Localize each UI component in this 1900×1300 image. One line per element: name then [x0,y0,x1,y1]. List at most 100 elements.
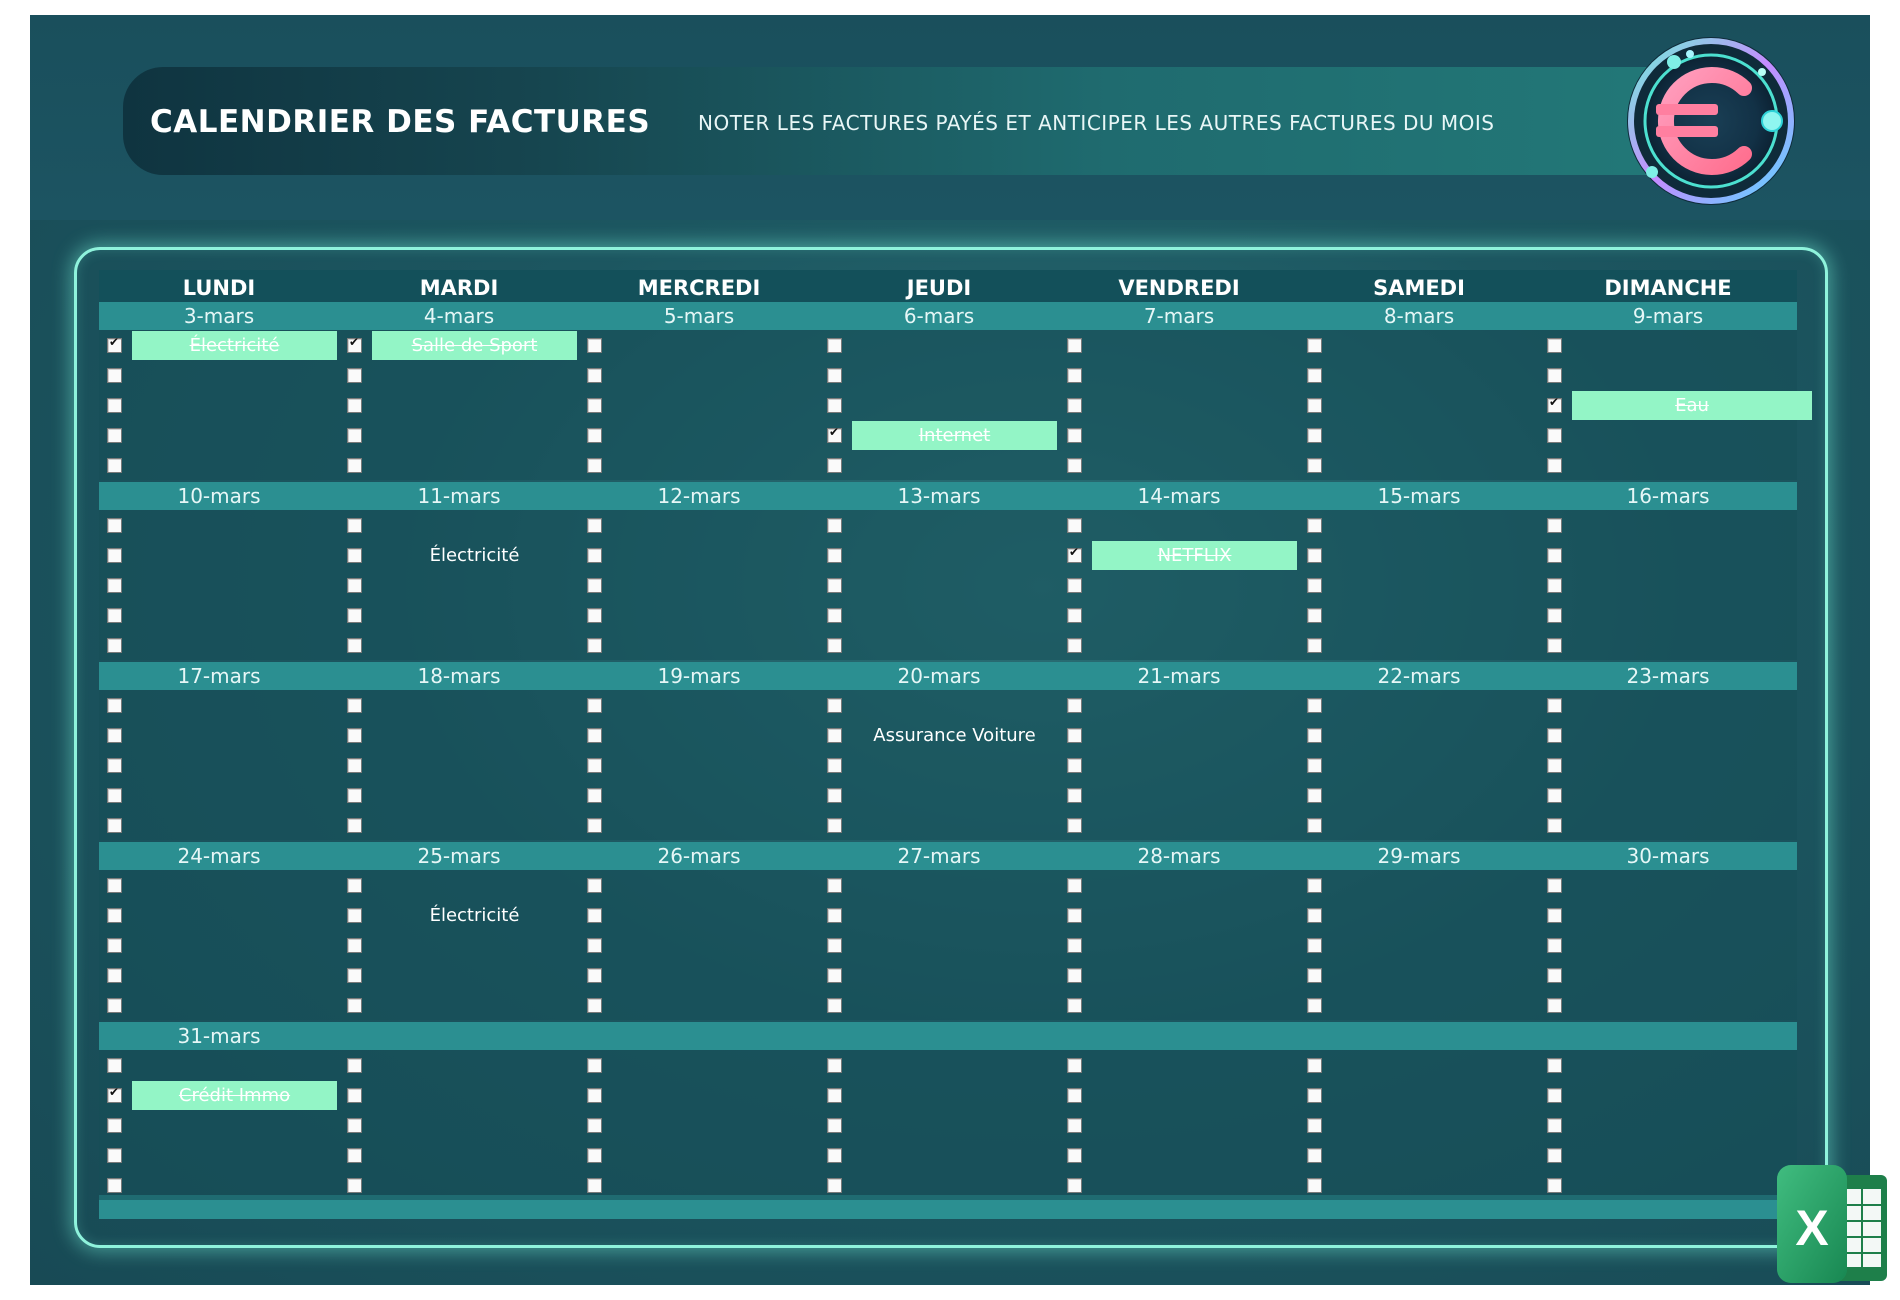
bill-checkbox[interactable] [827,878,842,893]
bill-checkbox[interactable] [1067,338,1082,353]
bill-checkbox[interactable] [827,1178,842,1193]
bill-checkbox[interactable] [1547,698,1562,713]
bill-checkbox[interactable] [827,728,842,743]
bill-checkbox[interactable] [107,728,122,743]
bill-checkbox[interactable] [587,548,602,563]
bill-checkbox[interactable] [107,548,122,563]
bill-checkbox[interactable] [1547,638,1562,653]
bill-checkbox[interactable] [827,908,842,923]
bill-checkbox[interactable] [1547,818,1562,833]
bill-checkbox[interactable] [107,938,122,953]
bill-checkbox[interactable] [1547,518,1562,533]
bill-entry[interactable]: Électricité [372,541,577,570]
bill-checkbox[interactable] [347,1148,362,1163]
bill-checkbox[interactable] [1547,728,1562,743]
bill-checkbox[interactable] [1067,878,1082,893]
bill-checkbox[interactable] [1307,638,1322,653]
bill-checkbox[interactable] [107,428,122,443]
bill-checkbox[interactable] [347,428,362,443]
bill-checkbox[interactable] [107,788,122,803]
bill-checkbox[interactable] [107,1148,122,1163]
bill-checkbox[interactable] [107,1178,122,1193]
bill-checkbox[interactable] [1307,878,1322,893]
bill-checkbox[interactable] [1307,1088,1322,1103]
bill-checkbox[interactable] [587,728,602,743]
bill-checkbox[interactable] [347,758,362,773]
bill-checkbox[interactable] [587,398,602,413]
bill-checkbox[interactable] [827,938,842,953]
bill-checkbox[interactable] [827,425,842,443]
bill-checkbox[interactable] [1307,1118,1322,1133]
bill-checkbox[interactable] [827,518,842,533]
bill-checkbox[interactable] [347,968,362,983]
bill-checkbox[interactable] [347,1088,362,1103]
bill-checkbox[interactable] [1067,1058,1082,1073]
bill-checkbox[interactable] [587,368,602,383]
bill-checkbox[interactable] [827,1148,842,1163]
bill-checkbox[interactable] [827,458,842,473]
bill-checkbox[interactable] [347,728,362,743]
bill-checkbox[interactable] [347,908,362,923]
bill-checkbox[interactable] [1067,1178,1082,1193]
bill-checkbox[interactable] [1547,368,1562,383]
bill-checkbox[interactable] [347,878,362,893]
bill-checkbox[interactable] [1547,395,1562,413]
bill-checkbox[interactable] [827,398,842,413]
excel-icon[interactable]: X [1773,1157,1891,1295]
bill-checkbox[interactable] [107,335,122,353]
bill-checkbox[interactable] [1547,788,1562,803]
bill-checkbox[interactable] [827,548,842,563]
bill-checkbox[interactable] [107,458,122,473]
bill-checkbox[interactable] [1067,458,1082,473]
bill-checkbox[interactable] [1307,518,1322,533]
bill-checkbox[interactable] [107,1058,122,1073]
bill-checkbox[interactable] [827,788,842,803]
bill-checkbox[interactable] [107,818,122,833]
bill-checkbox[interactable] [347,818,362,833]
bill-checkbox[interactable] [587,878,602,893]
bill-checkbox[interactable] [1547,1058,1562,1073]
bill-checkbox[interactable] [587,1178,602,1193]
bill-checkbox[interactable] [1307,698,1322,713]
bill-checkbox[interactable] [1067,638,1082,653]
bill-checkbox[interactable] [1067,1148,1082,1163]
bill-entry[interactable]: Assurance Voiture [852,721,1057,750]
bill-checkbox[interactable] [827,608,842,623]
bill-checkbox[interactable] [1067,1088,1082,1103]
bill-checkbox[interactable] [1547,458,1562,473]
bill-checkbox[interactable] [1067,518,1082,533]
bill-checkbox[interactable] [1067,368,1082,383]
bill-checkbox[interactable] [587,998,602,1013]
bill-checkbox[interactable] [587,788,602,803]
bill-checkbox[interactable] [587,938,602,953]
bill-checkbox[interactable] [1307,428,1322,443]
bill-checkbox[interactable] [1307,788,1322,803]
bill-checkbox[interactable] [107,578,122,593]
bill-checkbox[interactable] [827,1058,842,1073]
bill-checkbox[interactable] [827,758,842,773]
bill-checkbox[interactable] [107,698,122,713]
bill-checkbox[interactable] [1067,968,1082,983]
bill-entry[interactable]: Eau [1572,391,1812,420]
bill-checkbox[interactable] [1307,338,1322,353]
bill-checkbox[interactable] [1307,908,1322,923]
bill-checkbox[interactable] [1067,758,1082,773]
bill-checkbox[interactable] [587,608,602,623]
bill-checkbox[interactable] [347,458,362,473]
bill-checkbox[interactable] [107,368,122,383]
bill-checkbox[interactable] [1067,818,1082,833]
bill-checkbox[interactable] [827,638,842,653]
bill-checkbox[interactable] [827,968,842,983]
bill-checkbox[interactable] [1067,398,1082,413]
bill-checkbox[interactable] [107,758,122,773]
bill-checkbox[interactable] [1067,545,1082,563]
bill-checkbox[interactable] [1547,578,1562,593]
bill-checkbox[interactable] [587,428,602,443]
bill-entry[interactable]: Internet [852,421,1057,450]
bill-checkbox[interactable] [1547,1148,1562,1163]
bill-checkbox[interactable] [1307,608,1322,623]
bill-checkbox[interactable] [1307,548,1322,563]
bill-checkbox[interactable] [1067,1118,1082,1133]
bill-checkbox[interactable] [347,1118,362,1133]
bill-checkbox[interactable] [107,638,122,653]
